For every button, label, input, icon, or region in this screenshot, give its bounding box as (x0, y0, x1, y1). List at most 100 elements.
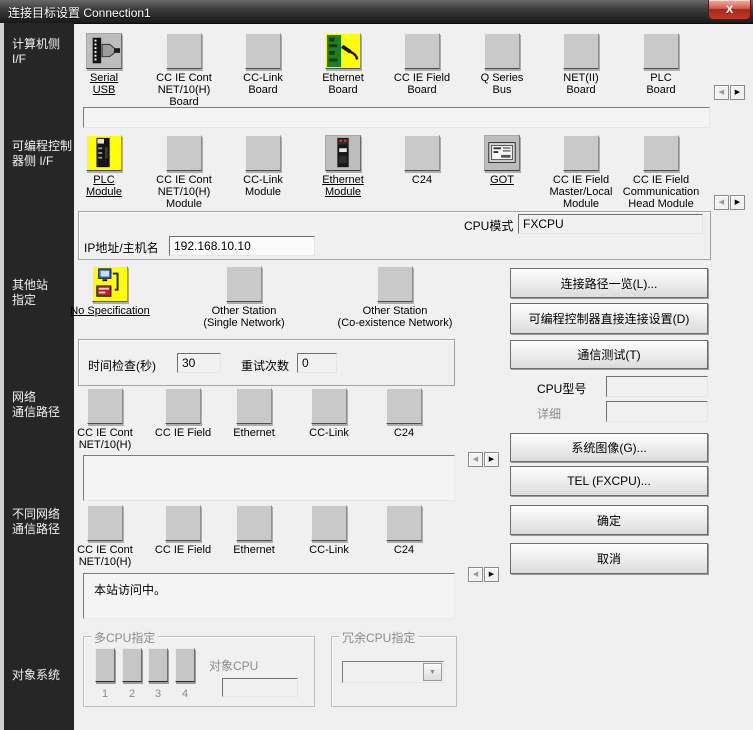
cc-ie-cont-route-icon (87, 388, 123, 424)
icon-label: CC IE Field Communication Head Module (611, 174, 711, 210)
ok-button[interactable]: 确定 (510, 505, 708, 535)
cc-link-module-icon (245, 135, 281, 171)
cpu1-tile[interactable] (95, 648, 115, 682)
cpu3-tile[interactable] (148, 648, 168, 682)
cpu-model-field (606, 376, 708, 397)
diff-route-cc-ie-cont[interactable]: CC IE Cont NET/10(H) (60, 505, 150, 568)
sidebar-label-pc-if: 计算机侧 I/F (12, 37, 60, 67)
close-icon: X (726, 4, 733, 16)
cpu2-number: 2 (121, 688, 143, 700)
q-series-bus-icon (484, 33, 520, 69)
other-station-single-network[interactable]: Other Station (Single Network) (179, 266, 309, 329)
ip-address-label: IP地址/主机名 (84, 239, 159, 256)
diff-route-scroll-left-button[interactable]: ◀ (468, 567, 483, 582)
ethernet-route-icon (236, 388, 272, 424)
icon-label: Other Station (Co-existence Network) (320, 305, 470, 329)
retry-count-field[interactable]: 0 (297, 353, 337, 373)
status-box: 本站访问中。 (83, 573, 455, 619)
time-check-label: 时间检查(秒) (88, 357, 156, 374)
tel-button[interactable]: TEL (FXCPU)... (510, 466, 708, 496)
cpu4-number: 4 (174, 688, 196, 700)
right-arrow-icon: ▶ (489, 456, 494, 463)
left-arrow-icon: ◀ (719, 199, 724, 206)
ethernet-diff-icon (236, 505, 272, 541)
cancel-button[interactable]: 取消 (510, 543, 708, 574)
cc-ie-field-board-icon (404, 33, 440, 69)
other-station-single-icon (226, 266, 262, 302)
ethernet-module-icon (325, 135, 361, 171)
network-route-scroll-left-button[interactable]: ◀ (468, 452, 483, 467)
got-icon (484, 135, 520, 171)
connection-path-list-button[interactable]: 连接路径一览(L)... (510, 268, 708, 298)
sidebar-label-network-route: 网络 通信路径 (12, 390, 60, 420)
cpu-mode-field[interactable]: FXCPU (518, 214, 703, 234)
right-arrow-icon: ▶ (489, 571, 494, 578)
cc-link-route-icon (311, 388, 347, 424)
icon-label: PLC Board (611, 72, 711, 96)
sidebar-label-other-station: 其他站 指定 (12, 278, 48, 308)
time-check-field[interactable]: 30 (177, 353, 221, 373)
cc-ie-cont-diff-icon (87, 505, 123, 541)
pc-if-scroll-left-button[interactable]: ◀ (714, 85, 729, 100)
plc-if-scroll-left-button[interactable]: ◀ (714, 195, 729, 210)
diff-route-c24[interactable]: C24 (359, 505, 449, 556)
redundant-cpu-select[interactable]: ▼ (342, 661, 444, 683)
left-arrow-icon: ◀ (473, 456, 478, 463)
icon-label: Other Station (Single Network) (179, 305, 309, 329)
system-image-button[interactable]: 系统图像(G)... (510, 433, 708, 462)
network-route-scroll-right-button[interactable]: ▶ (484, 452, 499, 467)
icon-label: CC IE Cont NET/10(H) (60, 544, 150, 568)
icon-label: C24 (359, 544, 449, 556)
cpu-mode-label: CPU模式 (464, 217, 513, 234)
cpu2-tile[interactable] (122, 648, 142, 682)
chevron-down-icon: ▼ (423, 663, 442, 681)
target-cpu-label: 对象CPU (209, 657, 258, 674)
network-route-c24[interactable]: C24 (359, 388, 449, 439)
detail-field (606, 401, 708, 422)
other-station-coexistence-network[interactable]: Other Station (Co-existence Network) (320, 266, 470, 329)
left-arrow-icon: ◀ (473, 571, 478, 578)
title-bar: 连接目标设置 Connection1 X (0, 0, 753, 24)
cc-ie-field-head-icon (643, 135, 679, 171)
left-arrow-icon: ◀ (719, 89, 724, 96)
sidebar: 计算机侧 I/F 可编程控制 器侧 I/F 其他站 指定 网络 通信路径 不同网… (0, 23, 74, 730)
c24-icon (404, 135, 440, 171)
plc-board-icon (643, 33, 679, 69)
communication-test-button[interactable]: 通信测试(T) (510, 340, 708, 369)
multi-cpu-group-title: 多CPU指定 (91, 629, 158, 646)
cpu-model-label: CPU型号 (537, 380, 586, 397)
pc-if-scroll-right-button[interactable]: ▶ (730, 85, 745, 100)
icon-label: CC IE Cont NET/10(H) (60, 427, 150, 451)
other-station-no-specification[interactable]: No Specification (50, 266, 170, 317)
direct-connection-button[interactable]: 可编程控制器直接连接设置(D) (510, 303, 708, 334)
status-text: 本站访问中。 (84, 574, 454, 605)
icon-label: No Specification (50, 305, 170, 317)
diff-route-scroll-right-button[interactable]: ▶ (484, 567, 499, 582)
sidebar-label-target-system: 对象系统 (12, 668, 60, 683)
cc-ie-field-diff-icon (165, 505, 201, 541)
pc-if-plc-board[interactable]: PLC Board (611, 33, 711, 96)
cc-ie-field-master-local-icon (563, 135, 599, 171)
close-button[interactable]: X (708, 0, 751, 20)
right-arrow-icon: ▶ (735, 199, 740, 206)
detail-label: 详细 (537, 405, 561, 422)
cc-ie-cont-module-icon (166, 135, 202, 171)
network-route-detail-box (83, 455, 455, 501)
ip-address-field[interactable]: 192.168.10.10 (169, 236, 315, 256)
no-specification-icon (92, 266, 128, 302)
window-title: 连接目标设置 Connection1 (8, 4, 151, 21)
network-route-cc-ie-cont[interactable]: CC IE Cont NET/10(H) (60, 388, 150, 451)
right-arrow-icon: ▶ (735, 89, 740, 96)
c24-diff-icon (386, 505, 422, 541)
target-cpu-field (222, 678, 298, 697)
cpu1-number: 1 (94, 688, 116, 700)
sidebar-label-diff-network-route: 不同网络 通信路径 (12, 507, 60, 537)
net2-board-icon (563, 33, 599, 69)
cc-ie-field-route-icon (165, 388, 201, 424)
icon-label: C24 (359, 427, 449, 439)
redundant-cpu-group-title: 冗余CPU指定 (339, 629, 418, 646)
cpu4-tile[interactable] (175, 648, 195, 682)
c24-route-icon (386, 388, 422, 424)
plc-if-cc-ie-field-head[interactable]: CC IE Field Communication Head Module (611, 135, 711, 210)
plc-if-scroll-right-button[interactable]: ▶ (730, 195, 745, 210)
